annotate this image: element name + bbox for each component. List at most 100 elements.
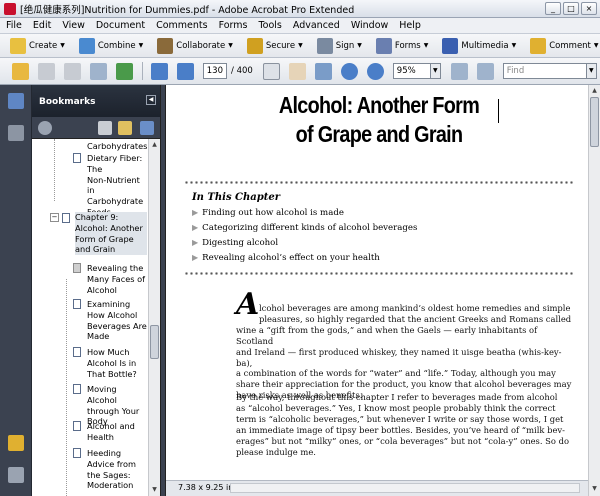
menu-advanced[interactable]: Advanced (293, 20, 340, 31)
hand-tool-icon[interactable] (288, 62, 306, 80)
find-input[interactable]: Find (502, 63, 587, 79)
lock-icon (246, 37, 263, 54)
tree-line (66, 279, 67, 496)
bookmark-carbohydrates[interactable]: Carbohydrates (87, 141, 147, 152)
collaborate-icon (157, 37, 174, 54)
document-scrollbar[interactable]: ▲ ▼ (588, 85, 600, 496)
bookmark-revealing-faces[interactable]: Revealing the Many Faces of Alcohol (87, 263, 145, 295)
multimedia-button[interactable]: Multimedia ▼ (442, 37, 517, 54)
in-this-chapter-heading: In This Chapter (192, 192, 281, 203)
zoom-tool-icon[interactable] (314, 62, 332, 80)
menu-edit[interactable]: Edit (33, 20, 51, 31)
chevron-down-icon: ▼ (228, 42, 233, 49)
chapter-bullet: ▶ Categorizing different kinds of alcohol… (192, 223, 418, 233)
close-button[interactable]: × (581, 2, 597, 15)
scroll-down-icon[interactable]: ▼ (150, 485, 159, 494)
sign-button[interactable]: Sign ▼ (316, 37, 362, 54)
triangle-bullet-icon: ▶ (192, 253, 199, 262)
print-icon[interactable] (64, 62, 81, 80)
maximize-button[interactable]: □ (563, 2, 579, 15)
attachments-panel-icon[interactable] (8, 467, 24, 483)
next-page-icon[interactable] (177, 62, 194, 80)
collapse-toggle-icon[interactable]: − (50, 213, 59, 222)
chapter-bullet: ▶ Digesting alcohol (192, 238, 279, 248)
comment-button[interactable]: Comment ▼ (530, 37, 599, 54)
chevron-down-icon: ▼ (593, 42, 599, 49)
delete-bookmark-icon[interactable] (98, 121, 112, 135)
new-bookmark-icon[interactable] (118, 121, 132, 135)
upload-icon[interactable] (116, 62, 133, 80)
secure-button[interactable]: Secure ▼ (246, 37, 303, 54)
bookmark-page-icon (62, 213, 70, 223)
scroll-down-icon[interactable]: ▼ (590, 484, 599, 493)
save-icon[interactable] (38, 62, 55, 80)
bookmark-how-made[interactable]: Examining How Alcohol Beverages Are Made (87, 299, 147, 342)
bookmark-dietary-fiber[interactable]: Dietary Fiber: The Non-Nutrient in Carbo… (87, 153, 148, 218)
fit-page-icon[interactable] (450, 62, 468, 80)
create-icon (10, 37, 26, 54)
menu-view[interactable]: View (62, 20, 85, 31)
paragraph-2: By the way, throughout this chapter I re… (236, 392, 570, 457)
options-gear-icon[interactable] (38, 121, 52, 135)
menu-window[interactable]: Window (351, 20, 388, 31)
paragraph-1: lcohol beverages are among mankind’s old… (236, 303, 572, 401)
bookmark-alcohol-health[interactable]: Alcohol and Health (87, 421, 135, 443)
combine-icon (78, 37, 95, 54)
previous-page-icon[interactable] (151, 62, 168, 80)
navigation-pane-rail (0, 85, 32, 496)
create-button[interactable]: Create ▼ (10, 37, 65, 54)
scroll-up-icon[interactable]: ▲ (590, 86, 599, 95)
bookmark-chapter-9[interactable]: Chapter 9: Alcohol: Another Form of Grap… (75, 212, 147, 256)
find-dropdown-icon[interactable]: ▼ (586, 63, 597, 79)
minimize-button[interactable]: _ (545, 2, 561, 15)
document-scroll-thumb[interactable] (590, 97, 599, 147)
bookmarks-panel: Bookmarks ◀ Carbohydrates Dietary Fiber:… (32, 85, 160, 496)
chevron-down-icon: ▼ (60, 42, 65, 49)
forms-icon (375, 37, 392, 54)
forms-button[interactable]: Forms ▼ (375, 37, 428, 54)
chevron-down-icon: ▼ (511, 42, 517, 49)
triangle-bullet-icon: ▶ (192, 208, 199, 217)
bookmarks-scrollbar[interactable]: ▲ ▼ (148, 139, 160, 496)
panel-options-icon[interactable]: ◀ (146, 95, 156, 105)
bookmarks-scroll-thumb[interactable] (150, 325, 159, 359)
window-controls: _ □ × (545, 2, 597, 15)
bookmark-page-icon (73, 384, 81, 394)
page-number-input[interactable]: 130 (203, 63, 227, 79)
triangle-bullet-icon: ▶ (192, 223, 199, 232)
select-tool-icon[interactable] (262, 62, 280, 80)
menu-comments[interactable]: Comments (156, 20, 208, 31)
zoom-level-input[interactable]: 95% (392, 63, 431, 79)
scroll-up-icon[interactable]: ▲ (150, 140, 159, 149)
dotted-rule (184, 272, 574, 275)
toolbar-separator (142, 62, 143, 80)
zoom-out-icon[interactable] (340, 62, 358, 80)
acrobat-icon (4, 2, 16, 15)
open-folder-icon[interactable] (12, 62, 29, 80)
collaborate-button[interactable]: Collaborate ▼ (157, 37, 233, 54)
bookmarks-panel-icon[interactable] (8, 93, 24, 109)
fit-width-icon[interactable] (476, 62, 494, 80)
window-title: [绝瓜健康系列]Nutrition for Dummies.pdf - Adob… (20, 4, 355, 16)
expand-bookmark-icon[interactable] (140, 121, 154, 135)
email-icon[interactable] (90, 62, 107, 80)
chevron-down-icon: ▼ (298, 42, 303, 49)
page-total: / 400 (231, 66, 253, 76)
menu-tools[interactable]: Tools (258, 20, 281, 31)
pages-panel-icon[interactable] (8, 125, 24, 141)
menu-forms[interactable]: Forms (219, 20, 248, 31)
bookmark-how-much-alcohol[interactable]: How Much Alcohol Is in That Bottle? (87, 347, 137, 379)
chevron-down-icon: ▼ (357, 42, 362, 49)
bookmarks-toolbar (32, 117, 160, 139)
zoom-dropdown-icon[interactable]: ▼ (430, 63, 441, 79)
navigation-toolbar: 130 / 400 95% ▼ Find ▼ (0, 58, 600, 85)
chapter-bullet: ▶ Revealing alcohol’s effect on your heal… (192, 253, 380, 263)
zoom-in-icon[interactable] (366, 62, 384, 80)
combine-button[interactable]: Combine ▼ (78, 37, 143, 54)
menu-help[interactable]: Help (399, 20, 421, 31)
bookmark-heeding-advice[interactable]: Heeding Advice from the Sages: Moderatio… (87, 448, 136, 491)
menu-file[interactable]: File (6, 20, 22, 31)
horizontal-scrollbar[interactable] (230, 483, 580, 493)
comments-panel-icon[interactable] (8, 435, 24, 451)
menu-document[interactable]: Document (96, 20, 145, 31)
